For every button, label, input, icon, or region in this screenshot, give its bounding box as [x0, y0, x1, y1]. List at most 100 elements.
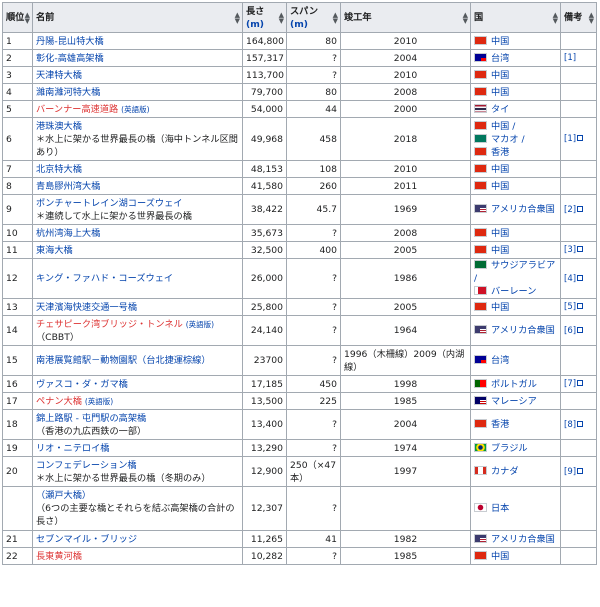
length-value: 32,500 — [250, 244, 283, 256]
bridge-name-link[interactable]: チェサピーク湾ブリッジ・トンネル — [36, 319, 183, 330]
reference-link[interactable]: [5] — [564, 302, 576, 312]
country-link[interactable]: サウジアラビア — [491, 260, 555, 271]
country-link[interactable]: アメリカ合衆国 — [491, 325, 555, 336]
rank-value: 7 — [6, 163, 12, 175]
length-value: 12,307 — [250, 503, 283, 514]
span-value: 41 — [325, 533, 337, 545]
table-row: 10 杭州湾海上大橋 35,673? 2008 中国 — [2, 224, 597, 242]
bridge-name-link[interactable]: 濰南濰河特大橋 — [36, 87, 100, 98]
length-cell: 41,580 — [242, 177, 287, 195]
country-link[interactable]: マレーシア — [491, 396, 537, 407]
english-version-link[interactable]: (英語版) — [121, 105, 149, 114]
year-cell: 2004 — [340, 49, 471, 67]
bridge-name-link[interactable]: キング・ファハド・コーズウェイ — [36, 273, 173, 284]
country-entry: アメリカ合衆国 — [474, 324, 557, 337]
bridge-name-link[interactable]: ヴァスコ・ダ・ガマ橋 — [36, 379, 128, 390]
country-link[interactable]: アメリカ合衆国 — [491, 534, 555, 545]
reference-link[interactable]: [3] — [564, 245, 576, 255]
country-link[interactable]: 香港 — [491, 147, 509, 158]
notes-cell — [560, 32, 597, 50]
span-value: ? — [332, 69, 337, 81]
reference-link[interactable]: [4] — [564, 274, 576, 284]
header-length[interactable]: 長さ (m) ▲ ▼ — [242, 2, 287, 33]
rank-cell: 20 — [2, 456, 33, 487]
country-link[interactable]: 中国 — [491, 302, 509, 313]
country-link[interactable]: カナダ — [491, 466, 519, 477]
reference-link[interactable]: [8] — [564, 420, 576, 430]
bridge-name-link[interactable]: 長東黄河橋 — [36, 551, 82, 562]
bridge-name-link[interactable]: 杭州湾海上大橋 — [36, 228, 100, 239]
bridge-name-link[interactable]: 彰化-高雄高架橋 — [36, 53, 104, 64]
table-row: 2 彰化-高雄高架橋 157,317? 2004 台湾 [1] — [2, 49, 597, 67]
bridge-name-link[interactable]: 東海大橋 — [36, 245, 73, 256]
bridge-name-link[interactable]: 天津特大橋 — [36, 70, 82, 81]
country-link[interactable]: 中国 — [491, 245, 509, 256]
country-link[interactable]: 香港 — [491, 419, 509, 430]
country-link[interactable]: バーレーン — [491, 286, 536, 297]
bridge-name-link[interactable]: セブンマイル・ブリッジ — [36, 534, 137, 545]
reference-link[interactable]: [6] — [564, 326, 576, 336]
bridge-name-link[interactable]: 錦上路駅 - 屯門駅の高架橋 — [36, 413, 146, 424]
header-notes[interactable]: 備考 ▲ ▼ — [560, 2, 597, 33]
reference-link[interactable]: [2] — [564, 205, 576, 215]
span-value: ? — [332, 52, 337, 64]
country-link[interactable]: タイ — [491, 104, 509, 115]
bridge-name-link[interactable]: 港珠澳大橋 — [36, 121, 82, 132]
span-cell: 260 — [286, 177, 341, 195]
header-country[interactable]: 国 ▲ ▼ — [470, 2, 561, 33]
reference-link[interactable]: [1] — [564, 53, 576, 63]
bridge-name-link[interactable]: 青島膠州湾大橋 — [36, 181, 100, 192]
length-cell: 12,900 — [242, 456, 287, 487]
bridge-name-link[interactable]: リオ・ニテロイ橋 — [36, 443, 110, 454]
country-cell: 中国 — [470, 224, 561, 242]
header-rank[interactable]: 順位 ▲ ▼ — [2, 2, 33, 33]
header-span[interactable]: スパン (m) ▲ ▼ — [286, 2, 341, 33]
bridge-name-link[interactable]: バーンナー高速道路 — [36, 104, 118, 115]
year-value: 2004 — [393, 419, 418, 430]
country-link[interactable]: 中国 / — [491, 121, 515, 132]
reference-link[interactable]: [9] — [564, 467, 576, 477]
country-entry: タイ — [474, 103, 557, 116]
reference-link[interactable]: [7] — [564, 379, 576, 389]
bridge-name-link[interactable]: コンフェデレーション橋 — [36, 460, 137, 471]
rank-value: 15 — [6, 355, 18, 366]
country-cell: 中国 — [470, 66, 561, 84]
country-link[interactable]: 中国 — [491, 87, 509, 98]
bridge-name-link[interactable]: ポンチャートレイン湖コーズウェイ — [36, 198, 182, 209]
flag-cn-icon — [474, 244, 487, 254]
bridge-name-link[interactable]: 丹陽-昆山特大橋 — [36, 36, 104, 47]
year-cell: 1982 — [340, 530, 471, 548]
bridge-name-link[interactable]: （瀬戸大橋） — [36, 490, 91, 501]
country-link[interactable]: 中国 — [491, 228, 509, 239]
name-cell: 丹陽-昆山特大橋 — [32, 32, 243, 50]
header-name[interactable]: 名前 ▲ ▼ — [32, 2, 243, 33]
country-link[interactable]: 中国 — [491, 181, 509, 192]
rank-cell: 3 — [2, 66, 33, 84]
country-link[interactable]: 台湾 — [491, 53, 509, 64]
country-link[interactable]: / — [474, 273, 477, 284]
english-version-link[interactable]: (英語版) — [85, 397, 113, 406]
country-link[interactable]: アメリカ合衆国 — [491, 204, 555, 215]
bridge-name-link[interactable]: 天津濱海快速交通一号橋 — [36, 302, 137, 313]
table-row: 21 セブンマイル・ブリッジ 11,265 41 1982 アメリカ合衆国 — [2, 530, 597, 548]
header-year[interactable]: 竣工年 ▲ ▼ — [340, 2, 471, 33]
country-link[interactable]: 中国 — [491, 551, 509, 562]
country-cell: 台湾 — [470, 345, 561, 376]
country-link[interactable]: ブラジル — [491, 443, 528, 454]
sort-arrows-icon: ▲ ▼ — [234, 10, 240, 25]
reference-link[interactable]: [1] — [564, 134, 576, 144]
bridge-name-link[interactable]: 北京特大橋 — [36, 164, 82, 175]
country-cell: 台湾 — [470, 49, 561, 67]
country-link[interactable]: 中国 — [491, 70, 509, 81]
country-link[interactable]: マカオ / — [491, 134, 525, 145]
country-link[interactable]: 中国 — [491, 36, 509, 47]
country-link[interactable]: 中国 — [491, 164, 509, 175]
country-link[interactable]: 台湾 — [491, 355, 509, 366]
english-version-link[interactable]: (英語版) — [186, 320, 214, 329]
bridge-name-link[interactable]: ペナン大橋 — [36, 396, 82, 407]
country-link[interactable]: 日本 — [491, 503, 509, 514]
bridge-name-link[interactable]: 南港展覧館駅－動物園駅（台北捷運棕線） — [36, 355, 211, 366]
country-link[interactable]: ポルトガル — [491, 379, 537, 390]
country-cell: 中国 — [470, 177, 561, 195]
flag-cn-icon — [474, 550, 487, 560]
